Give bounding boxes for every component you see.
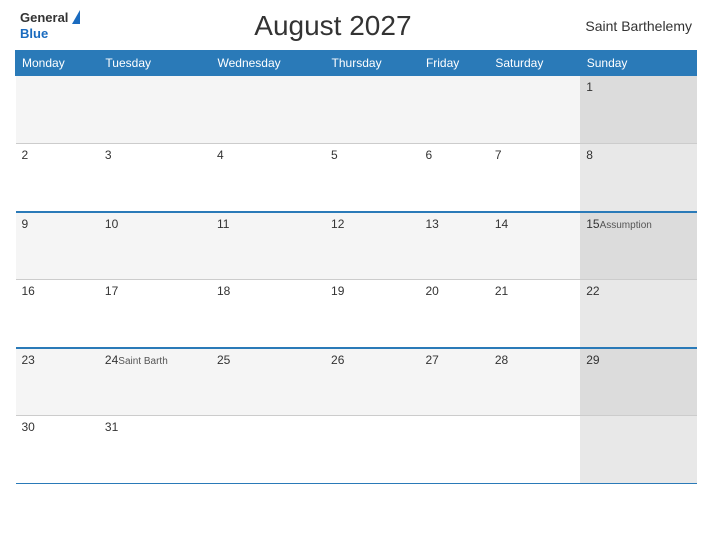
- day-number: 14: [495, 217, 508, 231]
- day-number: 28: [495, 353, 508, 367]
- calendar-cell: 1: [580, 76, 696, 144]
- calendar-cell: 14: [489, 212, 580, 280]
- logo: General Blue: [20, 10, 80, 41]
- day-number: 3: [105, 148, 112, 162]
- day-number: 26: [331, 353, 344, 367]
- calendar-cell: [325, 416, 419, 484]
- calendar-cell: 21: [489, 280, 580, 348]
- calendar-cell: [419, 416, 488, 484]
- day-number: 18: [217, 284, 230, 298]
- logo-triangle-icon: [72, 10, 80, 24]
- calendar-cell: [211, 76, 325, 144]
- calendar-cell: 2: [16, 144, 99, 212]
- day-number: 11: [217, 217, 229, 231]
- logo-general: General: [20, 10, 68, 26]
- calendar-cell: 29: [580, 348, 696, 416]
- day-number: 1: [586, 80, 593, 94]
- calendar-cell: 4: [211, 144, 325, 212]
- day-number: 27: [425, 353, 438, 367]
- logo-blue: Blue: [20, 26, 80, 42]
- calendar-cell: 18: [211, 280, 325, 348]
- day-number: 9: [22, 217, 29, 231]
- calendar-cell: [489, 76, 580, 144]
- calendar-header: General Blue August 2027 Saint Barthelem…: [15, 10, 697, 42]
- calendar-wrapper: General Blue August 2027 Saint Barthelem…: [0, 0, 712, 550]
- day-number: 7: [495, 148, 502, 162]
- calendar-table: Monday Tuesday Wednesday Thursday Friday…: [15, 50, 697, 484]
- calendar-cell: 28: [489, 348, 580, 416]
- calendar-cell: 6: [419, 144, 488, 212]
- calendar-cell: 19: [325, 280, 419, 348]
- calendar-cell: [580, 416, 696, 484]
- weekday-header-row: Monday Tuesday Wednesday Thursday Friday…: [16, 51, 697, 76]
- calendar-cell: 7: [489, 144, 580, 212]
- calendar-cell: [99, 76, 211, 144]
- day-number: 31: [105, 420, 118, 434]
- col-friday: Friday: [419, 51, 488, 76]
- day-number: 24: [105, 353, 118, 367]
- col-sunday: Sunday: [580, 51, 696, 76]
- event-label: Assumption: [600, 220, 652, 231]
- day-number: 25: [217, 353, 230, 367]
- col-saturday: Saturday: [489, 51, 580, 76]
- col-tuesday: Tuesday: [99, 51, 211, 76]
- event-label: Saint Barth: [118, 356, 167, 367]
- day-number: 15: [586, 217, 599, 231]
- calendar-cell: 17: [99, 280, 211, 348]
- calendar-cell: 8: [580, 144, 696, 212]
- calendar-cell: 23: [16, 348, 99, 416]
- day-number: 8: [586, 148, 593, 162]
- calendar-cell: 16: [16, 280, 99, 348]
- calendar-cell: 11: [211, 212, 325, 280]
- calendar-cell: 3: [99, 144, 211, 212]
- col-monday: Monday: [16, 51, 99, 76]
- day-number: 4: [217, 148, 224, 162]
- calendar-cell: 24Saint Barth: [99, 348, 211, 416]
- calendar-cell: 9: [16, 212, 99, 280]
- calendar-cell: 22: [580, 280, 696, 348]
- day-number: 12: [331, 217, 344, 231]
- calendar-cell: [325, 76, 419, 144]
- day-number: 29: [586, 353, 599, 367]
- col-thursday: Thursday: [325, 51, 419, 76]
- calendar-cell: [16, 76, 99, 144]
- day-number: 2: [22, 148, 29, 162]
- calendar-cell: 5: [325, 144, 419, 212]
- calendar-cell: [489, 416, 580, 484]
- calendar-cell: 10: [99, 212, 211, 280]
- region-label: Saint Barthelemy: [585, 18, 692, 34]
- col-wednesday: Wednesday: [211, 51, 325, 76]
- calendar-cell: 15Assumption: [580, 212, 696, 280]
- calendar-cell: 20: [419, 280, 488, 348]
- calendar-row: 30 31: [16, 416, 697, 484]
- calendar-cell: 30: [16, 416, 99, 484]
- day-number: 13: [425, 217, 438, 231]
- calendar-cell: [211, 416, 325, 484]
- day-number: 17: [105, 284, 118, 298]
- day-number: 10: [105, 217, 118, 231]
- day-number: 30: [22, 420, 35, 434]
- day-number: 5: [331, 148, 338, 162]
- calendar-cell: 25: [211, 348, 325, 416]
- calendar-cell: 31: [99, 416, 211, 484]
- day-number: 21: [495, 284, 508, 298]
- day-number: 6: [425, 148, 432, 162]
- day-number: 16: [22, 284, 35, 298]
- day-number: 19: [331, 284, 344, 298]
- day-number: 20: [425, 284, 438, 298]
- calendar-cell: 13: [419, 212, 488, 280]
- day-number: 22: [586, 284, 599, 298]
- calendar-cell: 27: [419, 348, 488, 416]
- calendar-cell: [419, 76, 488, 144]
- calendar-row: 9 10 11 12 13 14 15Assumption: [16, 212, 697, 280]
- month-title: August 2027: [254, 10, 411, 42]
- calendar-row: 2 3 4 5 6 7 8: [16, 144, 697, 212]
- day-number: 23: [22, 353, 35, 367]
- calendar-cell: 26: [325, 348, 419, 416]
- calendar-row: 23 24Saint Barth 25 26 27 28 29: [16, 348, 697, 416]
- calendar-cell: 12: [325, 212, 419, 280]
- calendar-row: 1: [16, 76, 697, 144]
- calendar-row: 16 17 18 19 20 21 22: [16, 280, 697, 348]
